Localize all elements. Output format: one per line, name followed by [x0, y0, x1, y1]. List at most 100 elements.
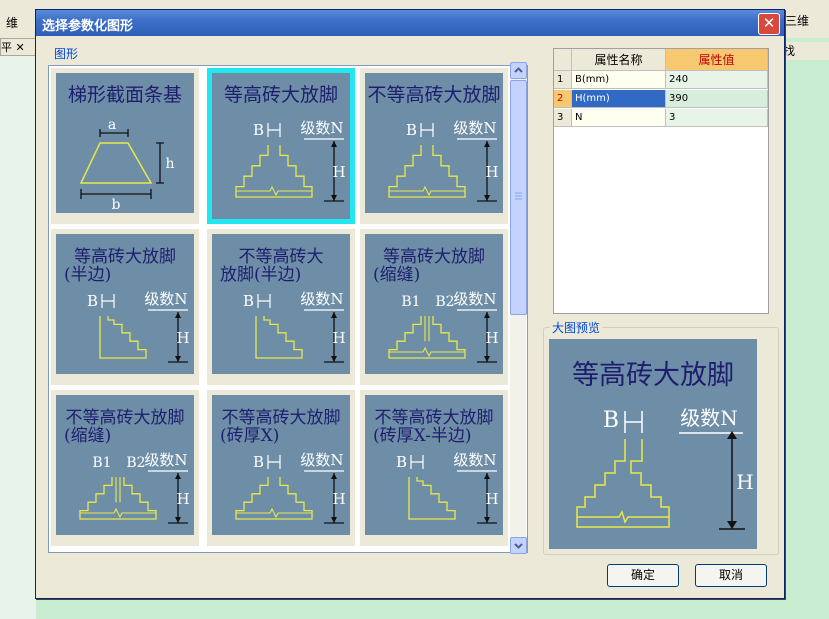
toolbar-item-3d[interactable]: 三维 — [785, 12, 829, 30]
property-name: B(mm) — [572, 71, 666, 89]
figure-subtitle: 放脚(半边) — [220, 265, 301, 285]
label-h: H — [176, 329, 189, 347]
dialog-title: 选择参数化图形 — [42, 19, 134, 34]
row-number-header — [554, 49, 572, 71]
label-level: 级数N — [453, 119, 496, 137]
label-b2: B2 — [126, 455, 145, 471]
figure-title: 不等高砖大 — [239, 247, 324, 267]
figure-tile[interactable]: 梯形截面条基 a h b — [51, 68, 199, 224]
label-b1: B1 — [92, 455, 111, 471]
figure-tile[interactable]: 不等高砖大 放脚(半边) B 级数N H — [207, 229, 355, 385]
left-tab[interactable]: 平 ✕ — [0, 38, 36, 56]
label-h: H — [485, 163, 498, 181]
figure-tile[interactable]: 不等高砖大放脚 (砖厚X-半边) B 级数N H — [360, 390, 508, 546]
property-grid: 属性名称 属性值 1 B(mm) 240 2 H(mm) 390 3 N 3 — [553, 48, 769, 314]
figure-tile[interactable]: 不等高砖大放脚 (缩缝) B1 B2 级数N H — [51, 390, 199, 546]
figure-title: 等高砖大放脚 — [383, 247, 485, 267]
label-h: h — [165, 156, 174, 172]
label-h: H — [332, 329, 345, 347]
cancel-button[interactable]: 取消 — [695, 564, 767, 587]
label-h: H — [176, 490, 189, 508]
property-value-input[interactable]: 3 — [666, 109, 768, 127]
figure-title: 梯形截面条基 — [68, 84, 182, 106]
label-b: b — [112, 197, 121, 213]
property-row-h[interactable]: 2 H(mm) 390 — [554, 90, 768, 109]
figure-tile[interactable]: 等高砖大放脚 (半边) B 级数N H — [51, 229, 199, 385]
property-value-header[interactable]: 属性值 — [666, 49, 768, 71]
figure-title: 不等高砖大放脚 — [375, 408, 494, 428]
preview-label-h: H — [736, 470, 753, 494]
scroll-down-button[interactable] — [510, 537, 527, 554]
figures-group-label: 图形 — [52, 45, 81, 62]
label-b: B — [253, 453, 264, 471]
label-h: H — [332, 490, 345, 508]
figure-title: 等高砖大放脚 — [74, 247, 176, 267]
label-h: H — [485, 329, 498, 347]
figure-title: 不等高砖大放脚 — [367, 84, 500, 106]
figure-thumbnail-image: 不等高砖大放脚 (缩缝) B1 B2 级数N H — [56, 395, 194, 535]
figure-thumbnail-list: 梯形截面条基 a h b 等高砖大放脚 B 级数N H 不等高砖大放脚 B 级数N H 等高砖大放脚 (半… — [48, 65, 528, 553]
label-level: 级数N — [453, 290, 496, 308]
figure-thumbnail-image: 不等高砖大放脚 B 级数N H — [365, 73, 503, 213]
property-value-input[interactable]: 390 — [666, 90, 768, 108]
thumbnail-scrollbar[interactable] — [510, 62, 527, 554]
property-row-b[interactable]: 1 B(mm) 240 — [554, 71, 768, 90]
figure-thumbnail-image: 不等高砖大 放脚(半边) B 级数N H — [212, 234, 350, 374]
property-name: N — [572, 109, 666, 127]
preview-group-label: 大图预览 — [550, 319, 603, 336]
property-name: H(mm) — [572, 90, 666, 108]
large-preview-group: 大图预览 等高砖大放脚 B 级数N H — [543, 319, 779, 555]
figure-thumbnail-image: 等高砖大放脚 (半边) B 级数N H — [56, 234, 194, 374]
label-b: B — [243, 292, 254, 310]
property-header-row: 属性名称 属性值 — [554, 49, 768, 71]
dialog-titlebar[interactable]: 选择参数化图形 ✕ — [36, 10, 784, 36]
preview-image: 等高砖大放脚 B 级数N H — [549, 339, 757, 549]
label-h: H — [332, 163, 345, 181]
figure-thumbnail-image: 不等高砖大放脚 (砖厚X) B 级数N H — [212, 395, 350, 535]
row-number: 3 — [554, 109, 572, 127]
label-b: B — [253, 121, 264, 139]
figure-tile[interactable]: 不等高砖大放脚 (砖厚X) B 级数N H — [207, 390, 355, 546]
preview-label-b: B — [603, 408, 619, 433]
figure-subtitle: (砖厚X) — [220, 426, 279, 446]
figure-subtitle: (砖厚X-半边) — [373, 426, 472, 446]
figure-tile[interactable]: 等高砖大放脚 (缩缝) B1 B2 级数N H — [360, 229, 508, 385]
label-level: 级数N — [453, 451, 496, 469]
row-number: 1 — [554, 71, 572, 89]
ok-button[interactable]: 确定 — [607, 564, 679, 587]
label-b: B — [406, 121, 417, 139]
figure-tile[interactable]: 等高砖大放脚 B 级数N H — [207, 68, 355, 224]
close-button[interactable]: ✕ — [758, 13, 780, 35]
row-number: 2 — [554, 90, 572, 108]
label-b2: B2 — [435, 294, 454, 310]
figure-title: 等高砖大放脚 — [224, 84, 338, 106]
scrollbar-thumb[interactable] — [510, 80, 527, 315]
figure-thumbnail-image: 梯形截面条基 a h b — [56, 73, 194, 213]
toolbar-item-find[interactable]: 找 — [783, 42, 829, 60]
label-b: B — [87, 292, 98, 310]
label-level: 级数N — [300, 119, 343, 137]
label-h: H — [485, 490, 498, 508]
scroll-down-icon — [514, 543, 523, 549]
label-b1: B1 — [401, 294, 420, 310]
property-row-n[interactable]: 3 N 3 — [554, 109, 768, 128]
parametric-shape-dialog: 选择参数化图形 ✕ 图形 梯形截面条基 a h b 等高砖大放脚 B 级数N H 不等高砖大放脚… — [35, 9, 785, 599]
label-a: a — [108, 117, 116, 133]
scroll-up-icon — [514, 67, 523, 73]
figure-subtitle: (半边) — [64, 265, 111, 285]
preview-label-level: 级数N — [680, 406, 738, 430]
label-level: 级数N — [300, 451, 343, 469]
figure-title: 不等高砖大放脚 — [66, 408, 185, 428]
figure-tile[interactable]: 不等高砖大放脚 B 级数N H — [360, 68, 508, 224]
figure-subtitle: (缩缝) — [64, 426, 111, 446]
left-panel — [0, 38, 36, 619]
property-value-input[interactable]: 240 — [666, 71, 768, 89]
figure-thumbnail-image: 不等高砖大放脚 (砖厚X-半边) B 级数N H — [365, 395, 503, 535]
label-level: 级数N — [144, 451, 187, 469]
figure-subtitle: (缩缝) — [373, 265, 420, 285]
toolbar-item-view[interactable]: 维 — [6, 14, 18, 31]
property-name-header[interactable]: 属性名称 — [572, 49, 666, 71]
scroll-up-button[interactable] — [510, 62, 527, 79]
figure-thumbnail-image: 等高砖大放脚 (缩缝) B1 B2 级数N H — [365, 234, 503, 374]
figure-title: 不等高砖大放脚 — [222, 408, 341, 428]
